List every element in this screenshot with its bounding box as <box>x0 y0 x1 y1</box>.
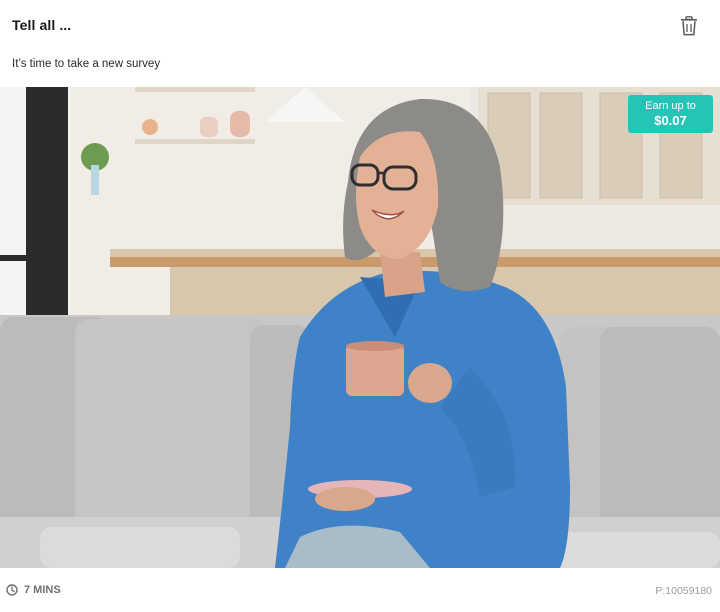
reward-value: $0.07 <box>654 113 687 128</box>
duration-text: 7 MINS <box>24 584 61 596</box>
reward-badge: Earn up to $0.07 <box>628 95 713 133</box>
project-id: P:10059180 <box>655 585 712 597</box>
survey-card[interactable]: Tell all ... It’s time to take a new sur… <box>0 0 720 612</box>
trash-icon[interactable] <box>680 16 698 36</box>
survey-title: Tell all ... <box>12 17 72 33</box>
clock-icon <box>6 584 18 596</box>
survey-subtitle: It’s time to take a new survey <box>12 58 161 70</box>
survey-hero-image[interactable] <box>0 87 720 568</box>
reward-label: Earn up to <box>645 100 696 112</box>
card-header: Tell all ... <box>0 0 720 54</box>
survey-duration: 7 MINS <box>6 584 61 596</box>
card-footer: 7 MINS P:10059180 <box>0 568 720 612</box>
